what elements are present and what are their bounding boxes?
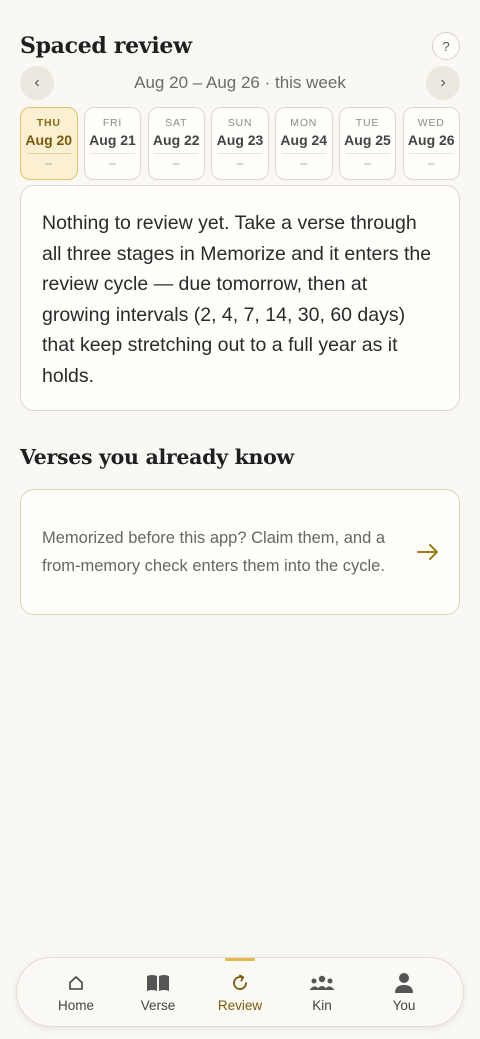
page-title: Spaced review <box>20 33 192 59</box>
day-name: SAT <box>165 117 188 129</box>
week-navigator: ‹ Aug 20 – Aug 26 · this week › <box>20 66 460 100</box>
day-date: Aug 21 <box>89 132 136 148</box>
day-date: Aug 20 <box>25 132 73 148</box>
day-date: Aug 22 <box>152 132 200 148</box>
day-divider <box>154 153 199 154</box>
claim-verses-card[interactable]: Memorized before this app? Claim them, a… <box>20 489 460 615</box>
day-thu[interactable]: THU Aug 20 – <box>20 107 78 180</box>
tab-review[interactable]: Review <box>199 958 281 1026</box>
day-tue[interactable]: TUE Aug 25 – <box>338 107 397 180</box>
help-button[interactable]: ? <box>432 32 460 60</box>
home-icon <box>68 972 84 994</box>
day-wed[interactable]: WED Aug 26 – <box>402 107 460 180</box>
day-count: – <box>109 156 116 170</box>
tab-label: Kin <box>312 997 332 1013</box>
day-count: – <box>236 156 244 170</box>
known-verses-heading: Verses you already know <box>20 445 294 469</box>
day-divider <box>345 153 390 154</box>
day-count: – <box>300 156 308 170</box>
day-sun[interactable]: SUN Aug 23 – <box>211 107 269 180</box>
book-icon <box>146 972 170 994</box>
day-date: Aug 23 <box>216 132 264 148</box>
day-divider <box>281 153 326 154</box>
tab-label: Verse <box>140 997 176 1013</box>
day-divider <box>218 153 262 154</box>
day-count: – <box>427 156 435 170</box>
day-divider <box>409 153 454 154</box>
tab-verse[interactable]: Verse <box>117 958 199 1026</box>
tab-home[interactable]: Home <box>35 958 117 1026</box>
next-week-button[interactable]: › <box>425 66 460 100</box>
day-strip: THU Aug 20 – FRI Aug 21 – SAT Aug 22 – S… <box>20 107 460 180</box>
day-count: – <box>45 156 53 170</box>
previous-week-button[interactable]: ‹ <box>20 66 54 100</box>
day-mon[interactable]: MON Aug 24 – <box>275 107 333 180</box>
day-count: – <box>172 156 180 170</box>
day-date: Aug 26 <box>407 132 455 148</box>
tab-label: You <box>392 997 416 1013</box>
day-name: THU <box>36 117 61 129</box>
day-divider <box>90 153 135 154</box>
bottom-tab-bar: Home Verse Review Kin You <box>16 957 464 1027</box>
day-name: WED <box>417 117 445 129</box>
day-name: SUN <box>227 117 253 129</box>
day-name: FRI <box>102 117 123 129</box>
day-sat[interactable]: SAT Aug 22 – <box>147 107 205 180</box>
claim-verses-text: Memorized before this app? Claim them, a… <box>42 529 386 575</box>
header: Spaced review ? <box>20 30 460 62</box>
person-icon <box>394 972 414 994</box>
day-date: Aug 25 <box>344 132 391 148</box>
day-date: Aug 24 <box>280 132 328 148</box>
empty-review-message: Nothing to review yet. Take a verse thro… <box>42 212 432 387</box>
day-divider <box>26 153 71 154</box>
chevron-right-icon: › <box>440 74 446 91</box>
people-icon <box>309 972 335 994</box>
tab-label: Home <box>57 997 94 1013</box>
chevron-left-icon: ‹ <box>34 74 40 91</box>
week-range-label: Aug 20 – Aug 26 · this week <box>134 73 346 92</box>
refresh-icon <box>230 972 250 994</box>
tab-label: Review <box>217 997 263 1013</box>
day-name: MON <box>290 117 318 129</box>
tab-kin[interactable]: Kin <box>281 958 363 1026</box>
day-fri[interactable]: FRI Aug 21 – <box>83 107 142 180</box>
tab-you[interactable]: You <box>363 958 445 1026</box>
active-tab-indicator <box>225 958 255 961</box>
day-count: – <box>364 156 371 170</box>
arrow-right-icon <box>417 541 439 563</box>
day-name: TUE <box>355 117 380 129</box>
empty-review-card: Nothing to review yet. Take a verse thro… <box>20 185 460 411</box>
